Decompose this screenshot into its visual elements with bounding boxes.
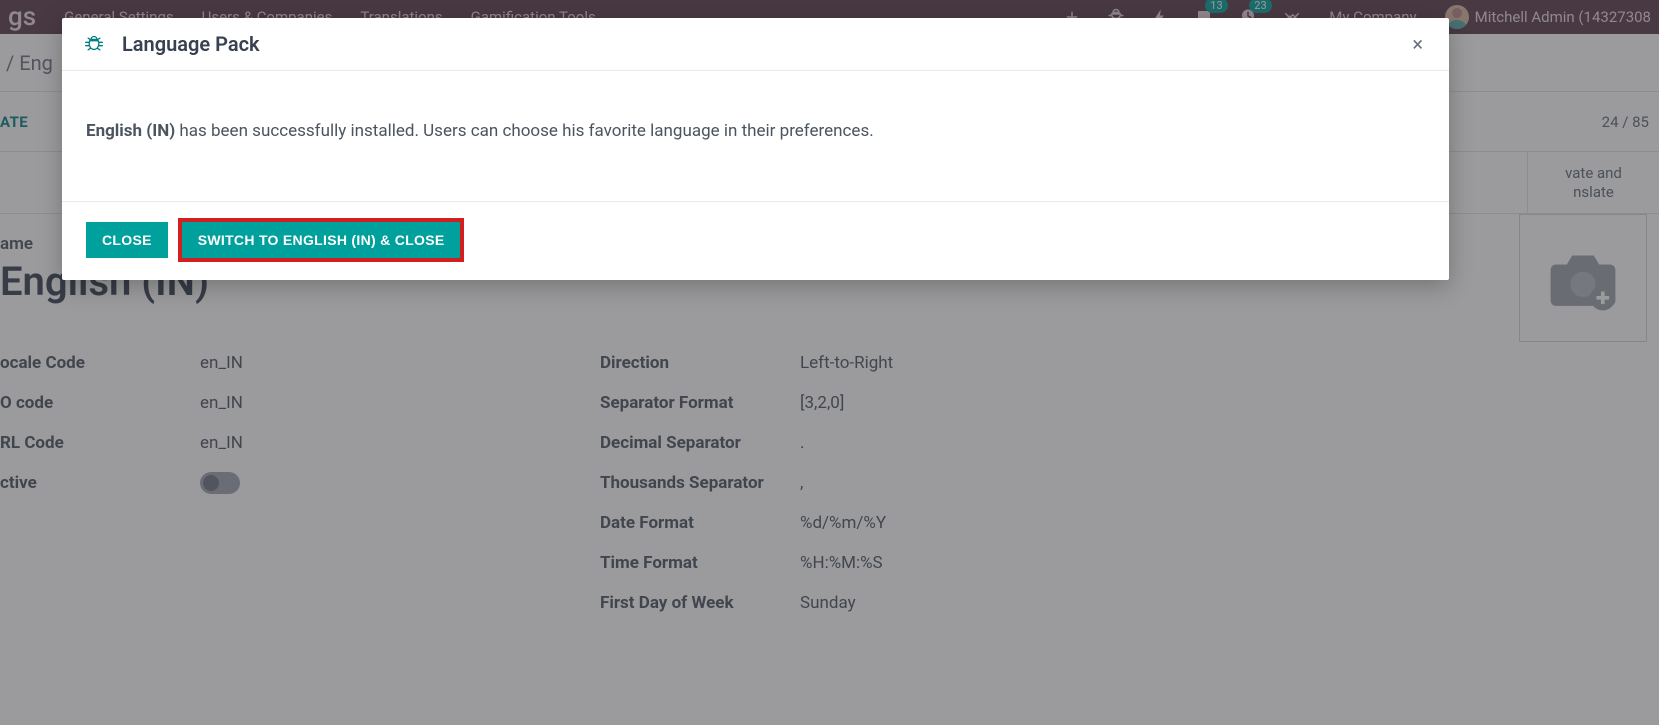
installed-language-name: English (IN)	[86, 121, 175, 141]
language-pack-modal: Language Pack × English (IN) has been su…	[62, 18, 1449, 280]
modal-title: Language Pack	[122, 32, 260, 56]
close-button[interactable]: CLOSE	[86, 222, 168, 258]
modal-footer: CLOSE SWITCH TO ENGLISH (IN) & CLOSE	[62, 201, 1449, 280]
modal-body: English (IN) has been successfully insta…	[62, 71, 1449, 201]
developer-bug-icon[interactable]	[84, 34, 104, 54]
installed-message: has been successfully installed. Users c…	[175, 121, 874, 141]
modal-header: Language Pack ×	[62, 18, 1449, 71]
switch-language-button[interactable]: SWITCH TO ENGLISH (IN) & CLOSE	[182, 222, 461, 258]
modal-close-button[interactable]: ×	[1408, 32, 1427, 56]
